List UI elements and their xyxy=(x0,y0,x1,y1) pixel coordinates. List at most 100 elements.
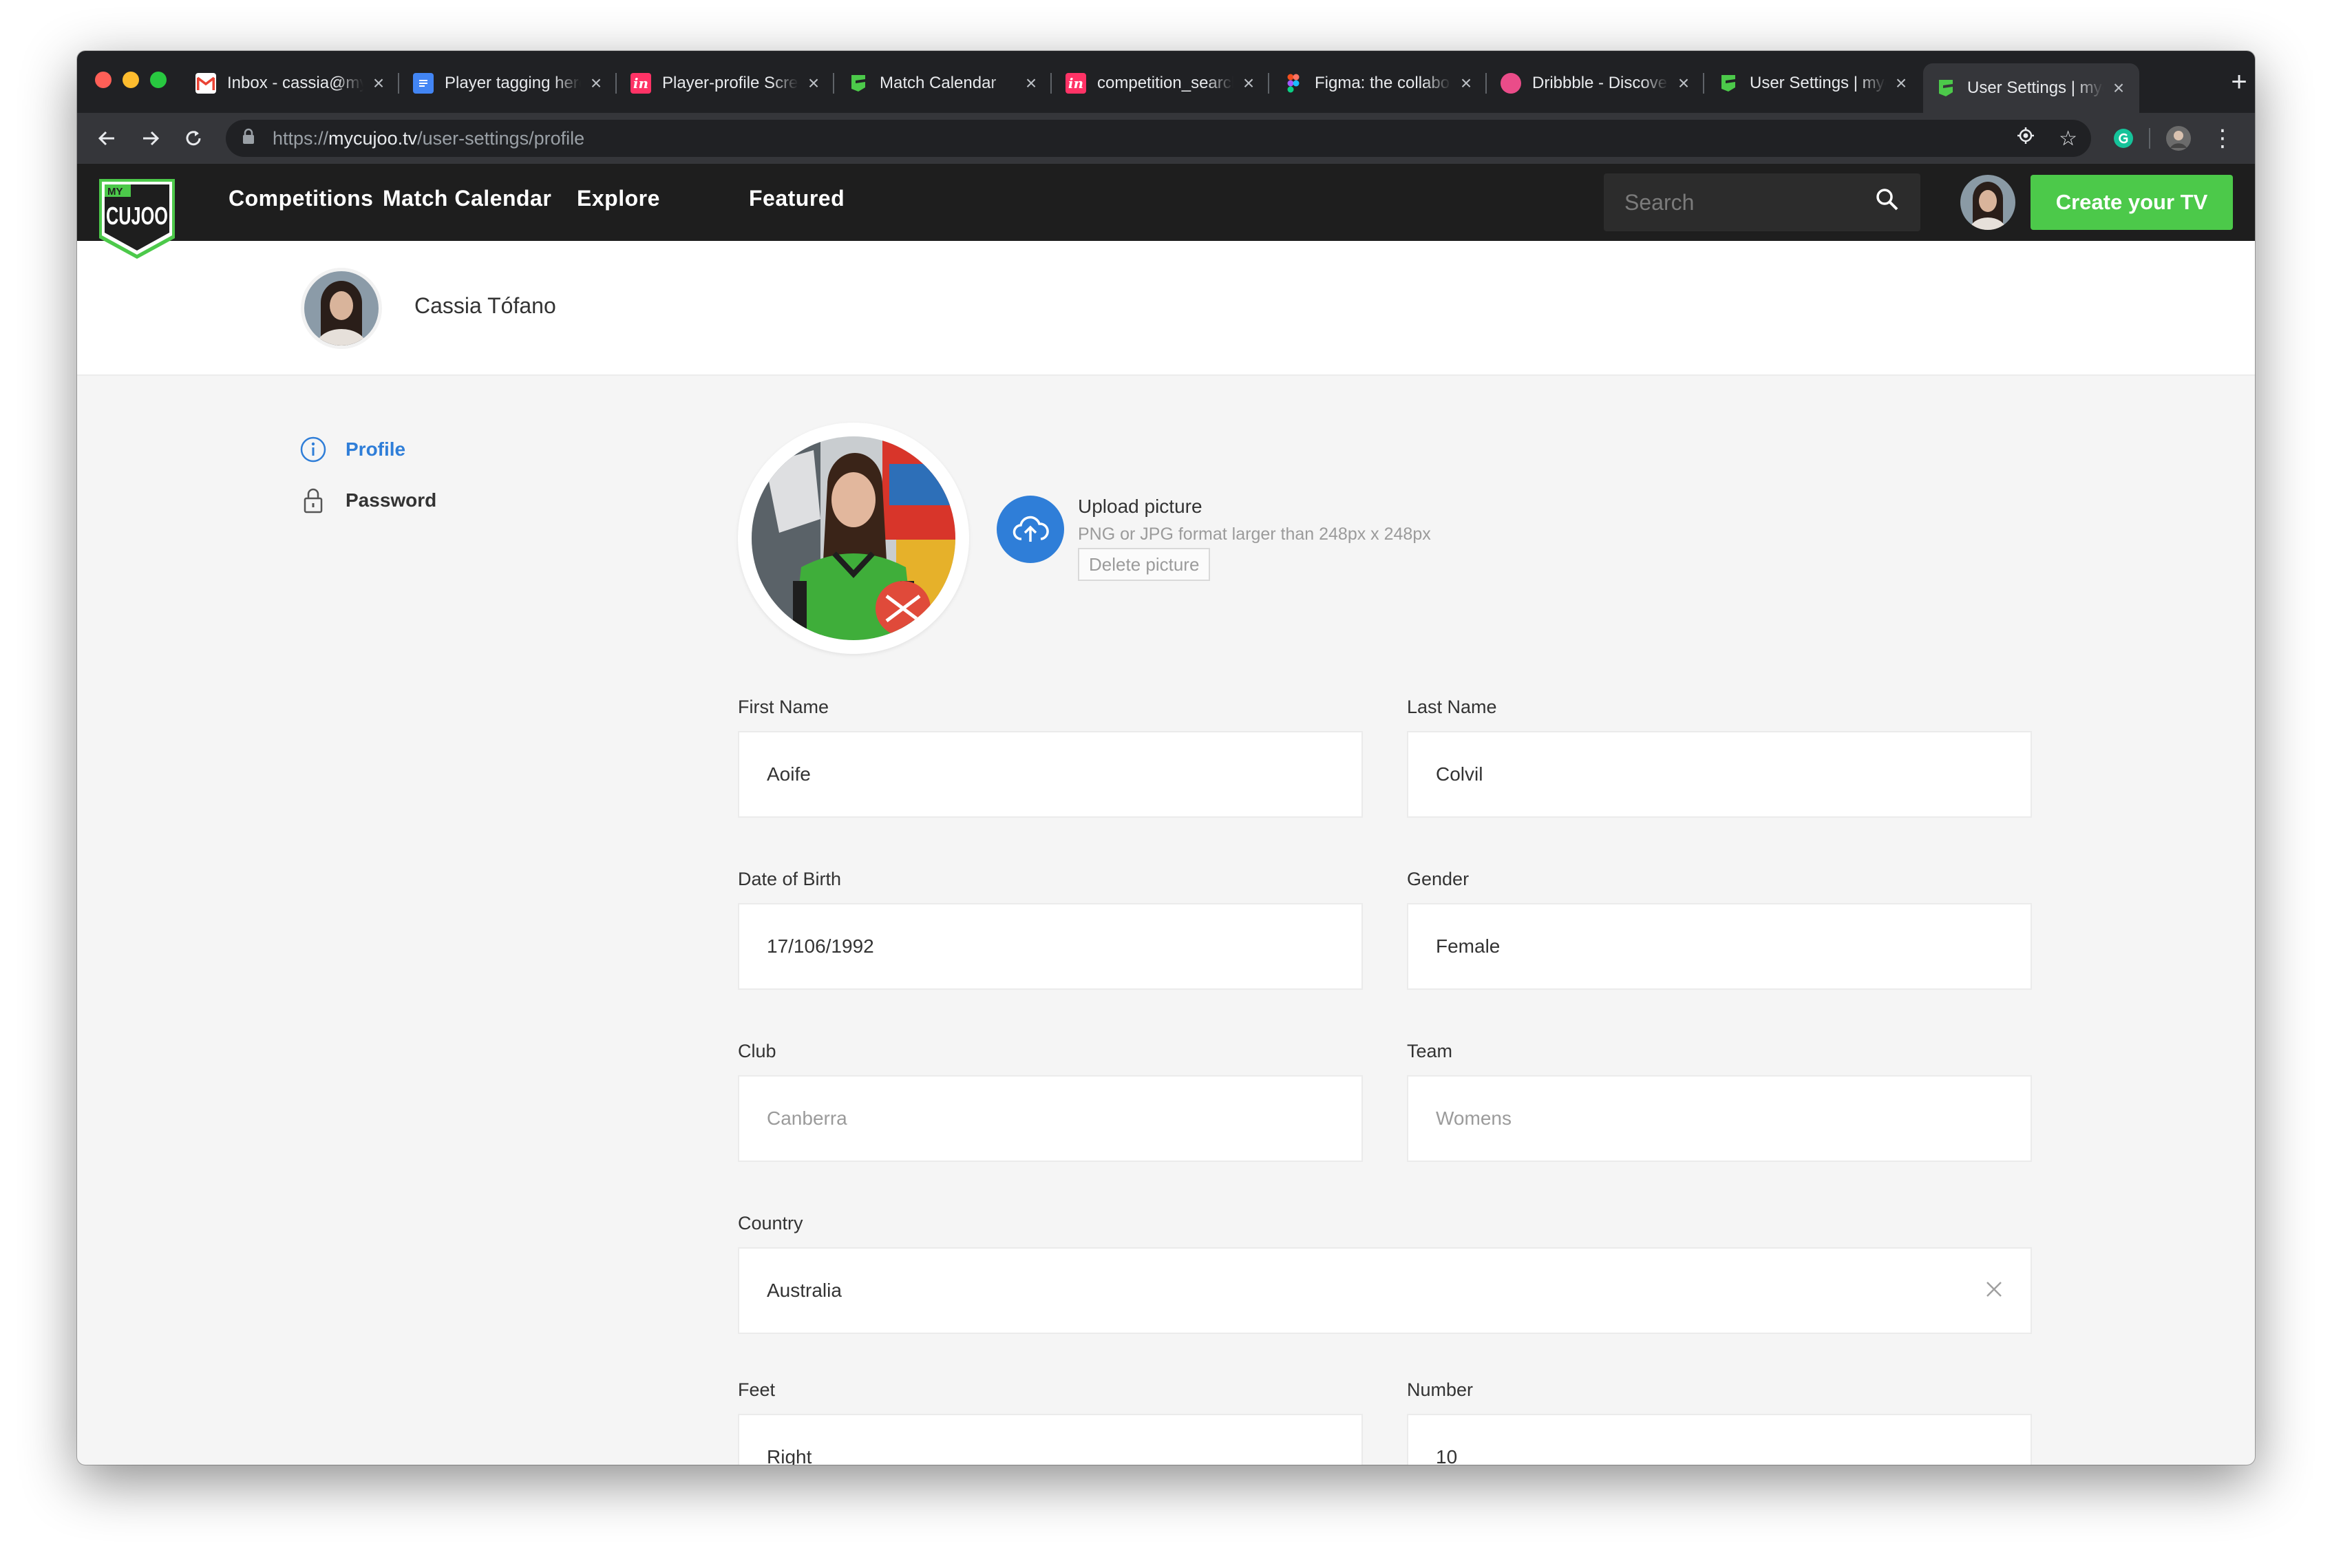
invision-icon: in xyxy=(630,73,651,94)
user-name: Cassia Tófano xyxy=(414,293,556,318)
country-select[interactable]: Australia xyxy=(738,1247,2032,1334)
number-field[interactable]: 10 xyxy=(1407,1414,2032,1465)
close-tab-icon[interactable]: × xyxy=(1674,72,1693,94)
user-avatar[interactable] xyxy=(1960,175,2015,230)
close-tab-icon[interactable]: × xyxy=(369,72,388,94)
mycujoo-logo[interactable]: MY CUJOO xyxy=(95,175,179,262)
invision-icon: in xyxy=(1066,73,1086,94)
browser-tab[interactable]: in Player-profile Screens × xyxy=(618,63,834,103)
kebab-menu-icon[interactable]: ⋮ xyxy=(2207,123,2238,154)
feet-label: Feet xyxy=(738,1379,776,1400)
location-icon[interactable] xyxy=(2016,126,2035,151)
tab-title: User Settings | mycujoo xyxy=(1967,78,2103,97)
search-input[interactable]: Search xyxy=(1604,173,1920,231)
date-of-birth-field[interactable]: 17/106/1992 xyxy=(738,903,1363,990)
close-tab-icon[interactable]: × xyxy=(804,72,823,94)
tab-title: competition_search xyxy=(1097,74,1233,92)
first-name-label: First Name xyxy=(738,697,829,717)
user-avatar xyxy=(304,271,379,346)
sidebar-item-password[interactable]: Password xyxy=(297,485,436,516)
reload-icon[interactable] xyxy=(178,123,209,154)
last-name-label: Last Name xyxy=(1407,697,1497,717)
nav-explore[interactable]: Explore xyxy=(577,186,660,211)
feet-field[interactable]: Right xyxy=(738,1414,1363,1465)
tab-title: Inbox - cassia@mycujoo.tv xyxy=(227,74,363,92)
team-placeholder: Womens xyxy=(1436,1108,1512,1129)
number-value: 10 xyxy=(1436,1446,1458,1465)
tab-title: Match Calendar xyxy=(880,74,997,92)
gmail-icon xyxy=(195,73,216,94)
nav-featured[interactable]: Featured xyxy=(749,186,845,211)
sidebar-item-profile[interactable]: Profile xyxy=(297,434,405,465)
last-name-value: Colvil xyxy=(1436,763,1483,785)
first-name-field[interactable]: Aoife xyxy=(738,731,1363,818)
site-header: MY CUJOO Competitions Match Calendar Exp… xyxy=(77,164,2255,259)
close-tab-icon[interactable]: × xyxy=(1891,72,1911,94)
tab-title: Figma: the collaborative xyxy=(1315,74,1451,92)
lock-icon xyxy=(297,485,329,516)
tab-title: Player-profile Screens xyxy=(662,74,798,92)
club-field[interactable]: Canberra xyxy=(738,1075,1363,1162)
upload-picture-title: Upload picture xyxy=(1078,496,1202,517)
close-tab-icon[interactable]: × xyxy=(1239,72,1258,94)
browser-toolbar: https://mycujoo.tv/user-settings/profile… xyxy=(77,113,2255,164)
mycujoo-icon xyxy=(1718,73,1739,94)
tab-title: Dribbble - Discover xyxy=(1532,74,1668,92)
date-of-birth-value: 17/106/1992 xyxy=(767,935,874,957)
club-placeholder: Canberra xyxy=(767,1108,847,1129)
url-scheme: https:// xyxy=(273,127,329,149)
close-tab-icon[interactable]: × xyxy=(1456,72,1476,94)
address-bar[interactable]: https://mycujoo.tv/user-settings/profile… xyxy=(226,120,2091,157)
forward-arrow-icon[interactable] xyxy=(135,123,167,154)
clear-selection-icon[interactable] xyxy=(1985,1278,2003,1304)
upload-picture-hint: PNG or JPG format larger than 248px x 24… xyxy=(1078,525,1431,544)
browser-tab[interactable]: in competition_search × xyxy=(1053,63,1269,103)
url-path: /user-settings/profile xyxy=(417,127,585,149)
google-docs-icon xyxy=(413,73,434,94)
mycujoo-icon xyxy=(848,73,869,94)
team-label: Team xyxy=(1407,1041,1453,1061)
search-icon[interactable] xyxy=(1875,187,1900,218)
minimize-window-button[interactable] xyxy=(123,72,139,88)
close-tab-icon[interactable]: × xyxy=(1021,72,1041,94)
back-arrow-icon[interactable] xyxy=(91,123,123,154)
lock-icon xyxy=(242,128,257,149)
profile-picture xyxy=(752,436,955,640)
browser-tab[interactable]: Dribbble - Discover × xyxy=(1488,63,1704,103)
dribbble-icon xyxy=(1501,73,1521,94)
browser-tab[interactable]: Figma: the collaborative × xyxy=(1271,63,1487,103)
date-of-birth-label: Date of Birth xyxy=(738,869,842,889)
profile-picture-frame xyxy=(738,423,969,654)
nav-match-calendar[interactable]: Match Calendar xyxy=(383,186,551,211)
browser-tab[interactable]: User Settings | mycujoo × xyxy=(1706,63,1922,103)
nav-competitions[interactable]: Competitions xyxy=(229,186,373,211)
user-banner: Cassia Tófano xyxy=(77,241,2255,376)
upload-picture-button[interactable] xyxy=(997,496,1064,563)
tab-title: Player tagging here xyxy=(445,74,581,92)
browser-tab[interactable]: Player tagging here × xyxy=(401,63,617,103)
gender-field[interactable]: Female xyxy=(1407,903,2032,990)
gender-label: Gender xyxy=(1407,869,1470,889)
close-tab-icon[interactable]: × xyxy=(2109,77,2128,99)
gender-value: Female xyxy=(1436,935,1501,957)
feet-value: Right xyxy=(767,1446,812,1465)
browser-tab-active[interactable]: User Settings | mycujoo × xyxy=(1923,63,2139,113)
maximize-window-button[interactable] xyxy=(150,72,167,88)
new-tab-button[interactable]: + xyxy=(2222,65,2255,99)
browser-tab[interactable]: Inbox - cassia@mycujoo.tv × xyxy=(183,63,399,103)
grammarly-icon[interactable] xyxy=(2108,123,2139,154)
country-value: Australia xyxy=(767,1280,842,1301)
browser-tab[interactable]: Match Calendar × xyxy=(836,63,1052,103)
create-your-tv-button[interactable]: Create your TV xyxy=(2031,175,2233,230)
bookmark-star-icon[interactable]: ☆ xyxy=(2059,127,2077,151)
last-name-field[interactable]: Colvil xyxy=(1407,731,2032,818)
search-placeholder: Search xyxy=(1624,189,1695,215)
number-label: Number xyxy=(1407,1379,1474,1400)
info-icon xyxy=(297,434,329,465)
delete-picture-button[interactable]: Delete picture xyxy=(1078,548,1211,581)
team-field[interactable]: Womens xyxy=(1407,1075,2032,1162)
logo-text-main: CUJOO xyxy=(106,202,168,230)
close-tab-icon[interactable]: × xyxy=(586,72,606,94)
browser-profile-icon[interactable] xyxy=(2163,123,2194,154)
close-window-button[interactable] xyxy=(95,72,112,88)
